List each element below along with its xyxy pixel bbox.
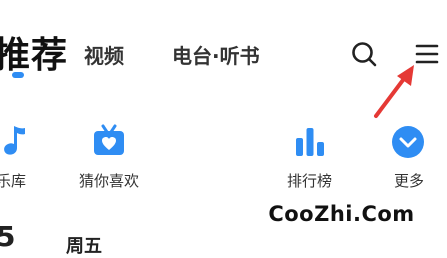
bar-chart-icon[interactable] [292,124,328,160]
chevron-down-circle-icon[interactable] [390,124,426,160]
quick-label-guess-you-like: 猜你喜欢 [79,172,140,190]
quick-label-charts: 排行榜 [287,172,333,190]
site-watermark: CooZhi.Com [236,194,447,234]
tab-recommend[interactable]: 推荐 [0,26,68,78]
quick-label-more: 更多 [394,172,425,190]
red-arrow-annotation [374,65,414,118]
weekday-label: 周五 [66,236,102,257]
tab-radio-books[interactable]: 电台·听书 [172,40,260,69]
quick-label-music-library: 乐库 [0,172,27,190]
date-number: 5 [0,220,16,253]
music-note-icon[interactable] [0,122,32,158]
radio-heart-icon[interactable] [91,122,127,158]
active-tab-indicator [12,72,24,78]
tab-video[interactable]: 视频 [84,40,124,69]
